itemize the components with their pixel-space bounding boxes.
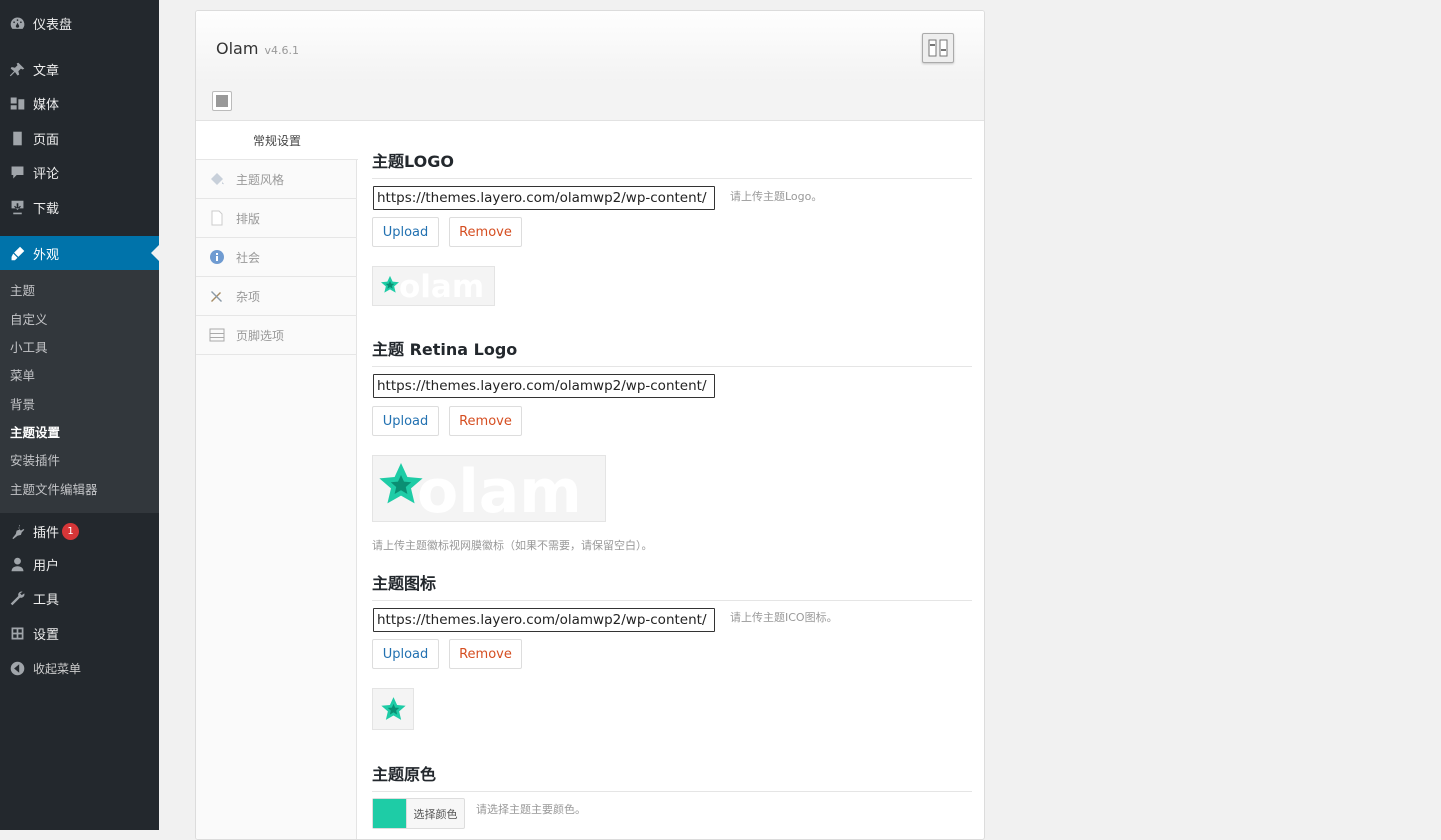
info-icon (208, 248, 226, 266)
user-icon (7, 554, 27, 574)
tools-icon (208, 287, 226, 305)
retina-preview-text: olam (417, 457, 582, 522)
logo-description: 请上传主题Logo。 (730, 190, 823, 203)
media-icon (7, 93, 27, 113)
settings-icon (7, 623, 27, 643)
menu-item-tools[interactable]: 工具 (0, 581, 159, 615)
retina-description: 请上传主题徽标视网膜徽标（如果不需要，请保留空白）。 (372, 539, 653, 552)
favicon-preview (372, 688, 414, 730)
tab-social[interactable]: 社会 (196, 238, 357, 277)
pin-icon (7, 59, 27, 79)
theme-options-panel: Olam v4.6.1 常规设置 主题风格 排版 社会 杂项 页脚选项 主题LO… (195, 10, 985, 840)
menu-item-pages[interactable]: 页面 (0, 121, 159, 155)
color-picker-button[interactable]: 选择颜色 (372, 798, 465, 829)
color-description: 请选择主题主要颜色。 (476, 803, 586, 816)
section-title-retina-logo: 主题 Retina Logo (372, 336, 972, 367)
submenu-widgets[interactable]: 小工具 (10, 338, 48, 358)
paint-bucket-icon (208, 170, 226, 188)
appearance-submenu: 主题 自定义 小工具 菜单 背景 主题设置 安装插件 主题文件编辑器 (0, 270, 159, 513)
comment-icon (7, 162, 27, 182)
collapse-menu-button[interactable]: 收起菜单 (0, 651, 159, 685)
panel-header: Olam v4.6.1 (196, 11, 984, 83)
retina-upload-button[interactable]: Upload (372, 406, 439, 436)
submenu-menus[interactable]: 菜单 (10, 366, 35, 386)
submenu-background[interactable]: 背景 (10, 395, 35, 415)
dashboard-icon (7, 13, 27, 33)
collapse-icon (7, 658, 27, 678)
favicon-upload-button[interactable]: Upload (372, 639, 439, 669)
plugin-update-badge: 1 (62, 522, 80, 540)
menu-item-users[interactable]: 用户 (0, 547, 159, 581)
logo-preview-text: olam (399, 269, 485, 305)
options-content: 主题LOGO https://themes.layero.com/olamwp2… (372, 121, 972, 839)
logo-remove-button[interactable]: Remove (449, 217, 522, 247)
wrench-icon (7, 588, 27, 608)
menu-item-plugins[interactable]: 插件 1 (0, 514, 159, 548)
retina-remove-button[interactable]: Remove (449, 406, 522, 436)
favicon-star-icon (381, 697, 406, 720)
submenu-theme-settings[interactable]: 主题设置 (10, 423, 60, 443)
section-title-favicon: 主题图标 (372, 570, 972, 601)
favicon-description: 请上传主题ICO图标。 (730, 611, 838, 624)
logo-preview: olam (372, 266, 495, 306)
favicon-url-input[interactable]: https://themes.layero.com/olamwp2/wp-con… (373, 608, 715, 632)
logo-upload-button[interactable]: Upload (372, 217, 439, 247)
footer-icon (208, 326, 226, 344)
menu-item-appearance[interactable]: 外观 (0, 236, 159, 270)
download-icon (7, 197, 27, 217)
menu-item-comments[interactable]: 评论 (0, 155, 159, 189)
document-icon (208, 209, 226, 227)
retina-url-input[interactable]: https://themes.layero.com/olamwp2/wp-con… (373, 374, 715, 398)
menu-item-posts[interactable]: 文章 (0, 52, 159, 86)
tab-general[interactable]: 常规设置 (196, 121, 358, 160)
logo-url-input[interactable]: https://themes.layero.com/olamwp2/wp-con… (373, 186, 715, 210)
tab-typography[interactable]: 排版 (196, 199, 357, 238)
theme-title: Olam v4.6.1 (216, 39, 299, 58)
section-title-primary-color: 主题原色 (372, 761, 972, 792)
options-framework-icon (922, 33, 954, 63)
page-icon (7, 128, 27, 148)
admin-sidebar: 仪表盘 文章 媒体 页面 评论 下载 外观 主题 自定义 小工具 菜单 背景 主… (0, 0, 159, 830)
options-tabs: 常规设置 主题风格 排版 社会 杂项 页脚选项 (196, 121, 358, 839)
tab-style[interactable]: 主题风格 (196, 160, 357, 199)
plugin-icon (7, 521, 27, 541)
color-picker-label: 选择颜色 (406, 799, 464, 828)
panel-toolbar (196, 82, 984, 121)
menu-item-dashboard[interactable]: 仪表盘 (0, 6, 159, 40)
submenu-theme-editor[interactable]: 主题文件编辑器 (10, 480, 98, 500)
submenu-install-plugins[interactable]: 安装插件 (10, 451, 60, 471)
section-title-logo: 主题LOGO (372, 148, 972, 179)
olam-star-icon (381, 275, 399, 293)
retina-logo-preview: olam (372, 455, 606, 522)
submenu-themes[interactable]: 主题 (10, 281, 35, 301)
tab-misc[interactable]: 杂项 (196, 277, 357, 316)
color-swatch[interactable] (373, 799, 406, 828)
menu-item-media[interactable]: 媒体 (0, 86, 159, 120)
favicon-remove-button[interactable]: Remove (449, 639, 522, 669)
menu-item-downloads[interactable]: 下载 (0, 190, 159, 224)
menu-item-settings[interactable]: 设置 (0, 616, 159, 650)
theme-version: v4.6.1 (264, 44, 299, 57)
submenu-customize[interactable]: 自定义 (10, 310, 48, 330)
appearance-icon (7, 243, 27, 263)
tab-footer[interactable]: 页脚选项 (196, 316, 357, 355)
expand-all-button[interactable] (212, 91, 232, 111)
